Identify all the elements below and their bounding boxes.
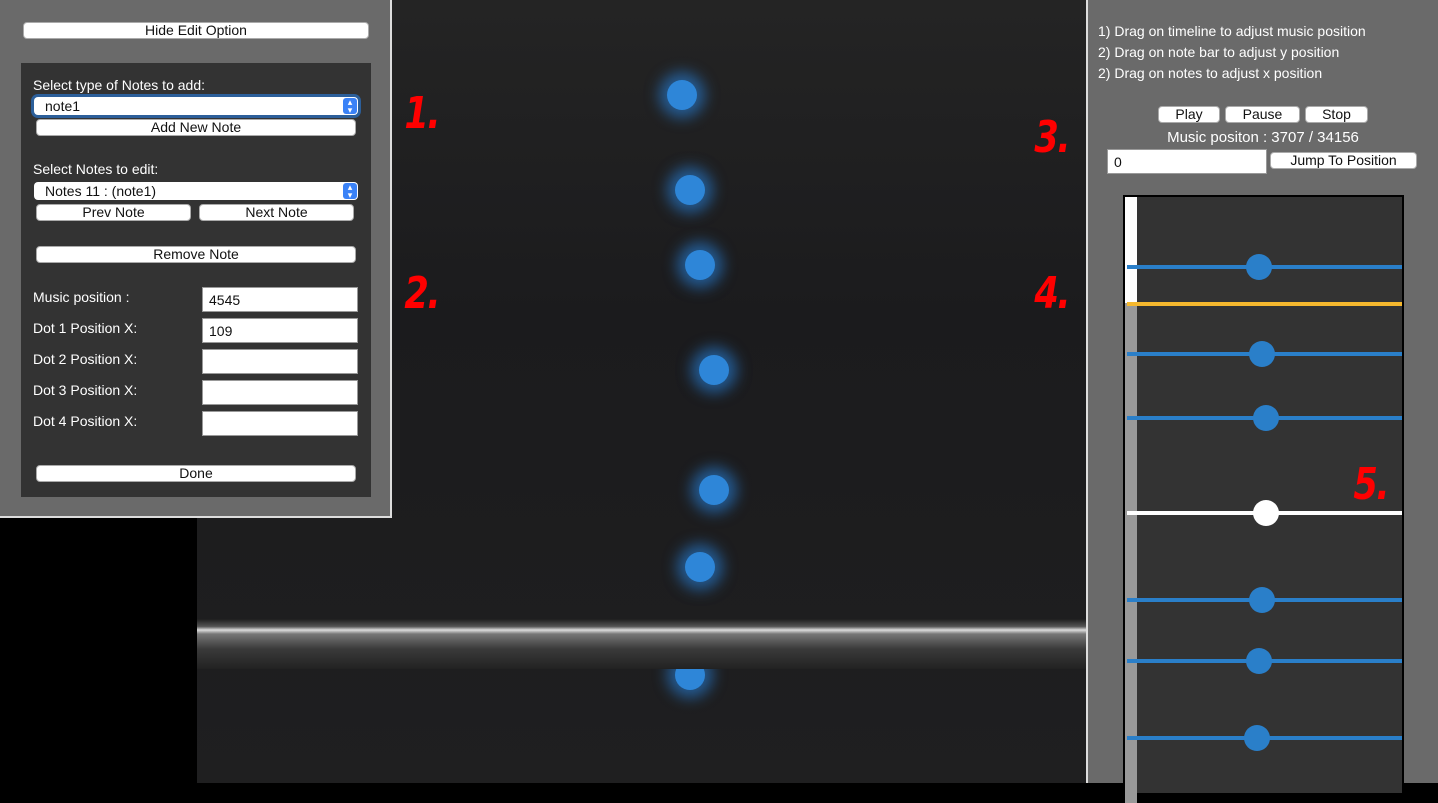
timeline-track[interactable] (1125, 303, 1137, 803)
dot1-label: Dot 1 Position X: (33, 320, 138, 336)
remove-note-button[interactable]: Remove Note (36, 246, 356, 263)
edit-notes-label: Select Notes to edit: (33, 161, 159, 177)
edit-note-value: Notes 11 : (note1) (45, 183, 157, 199)
annotation-3: 3. (1034, 112, 1070, 163)
instruction-1: 1) Drag on timeline to adjust music posi… (1098, 23, 1366, 39)
stop-button[interactable]: Stop (1305, 106, 1368, 123)
edit-note-select[interactable]: Notes 11 : (note1) ▴ ▾ (34, 182, 358, 200)
annotation-4: 4. (1034, 268, 1070, 319)
note-bar[interactable] (1127, 725, 1402, 751)
chevron-updown-icon: ▴ ▾ (343, 183, 357, 200)
music-position-label: Music position : (33, 289, 130, 305)
dot3-x-input[interactable] (202, 380, 358, 405)
edit-form: Select type of Notes to add: note1 ▴ ▾ Add… (21, 63, 371, 497)
note-dot[interactable] (685, 250, 715, 280)
hide-edit-option-button[interactable]: Hide Edit Option (23, 22, 369, 39)
prev-note-button[interactable]: Prev Note (36, 204, 191, 221)
music-position-input[interactable]: 4545 (202, 287, 358, 312)
note-dot[interactable] (699, 355, 729, 385)
add-new-note-button[interactable]: Add New Note (36, 119, 356, 136)
selected-note-handle[interactable] (1253, 500, 1279, 526)
chevron-updown-icon: ▴ ▾ (343, 98, 357, 115)
annotation-2: 2. (404, 268, 440, 319)
note-bar[interactable] (1127, 254, 1402, 280)
instruction-3: 2) Drag on notes to adjust x position (1098, 65, 1323, 81)
dot2-x-input[interactable] (202, 349, 358, 374)
note-dot[interactable] (685, 552, 715, 582)
timeline-progress (1125, 197, 1137, 303)
next-note-button[interactable]: Next Note (199, 204, 354, 221)
note-bar[interactable] (1127, 648, 1402, 674)
note-handle[interactable] (1246, 254, 1272, 280)
dot4-label: Dot 4 Position X: (33, 413, 138, 429)
play-button[interactable]: Play (1158, 106, 1220, 123)
pause-button[interactable]: Pause (1225, 106, 1300, 123)
annotation-1: 1. (404, 88, 440, 139)
selected-note-bar[interactable] (1127, 500, 1402, 526)
note-handle[interactable] (1253, 405, 1279, 431)
add-type-label: Select type of Notes to add: (33, 77, 205, 93)
control-panel: 1) Drag on timeline to adjust music posi… (1086, 0, 1438, 803)
note-handle[interactable] (1244, 725, 1270, 751)
note-type-value: note1 (45, 98, 81, 114)
note-handle[interactable] (1249, 341, 1275, 367)
jump-to-position-button[interactable]: Jump To Position (1270, 152, 1417, 169)
jump-position-input[interactable]: 0 (1107, 149, 1267, 174)
note-handle[interactable] (1249, 587, 1275, 613)
instruction-2: 2) Drag on note bar to adjust y position (1098, 44, 1340, 60)
dot4-x-input[interactable] (202, 411, 358, 436)
current-position-line (1127, 302, 1402, 306)
dot1-x-input[interactable]: 109 (202, 318, 358, 343)
note-type-select[interactable]: note1 ▴ ▾ (34, 97, 358, 115)
music-position-readout: Music positon : 3707 / 34156 (1167, 129, 1359, 146)
timeline[interactable]: 5. (1123, 195, 1404, 803)
annotation-5: 5. (1353, 459, 1389, 510)
note-bar[interactable] (1127, 405, 1402, 431)
note-handle[interactable] (1246, 648, 1272, 674)
dot2-label: Dot 2 Position X: (33, 351, 138, 367)
note-bar[interactable] (1127, 587, 1402, 613)
note-dot[interactable] (667, 80, 697, 110)
edit-panel: Hide Edit Option Select type of Notes to… (0, 0, 392, 518)
note-bar[interactable] (1127, 341, 1402, 367)
dot3-label: Dot 3 Position X: (33, 382, 138, 398)
note-dot[interactable] (699, 475, 729, 505)
note-dot[interactable] (675, 175, 705, 205)
done-button[interactable]: Done (36, 465, 356, 482)
hit-line (197, 619, 1086, 669)
